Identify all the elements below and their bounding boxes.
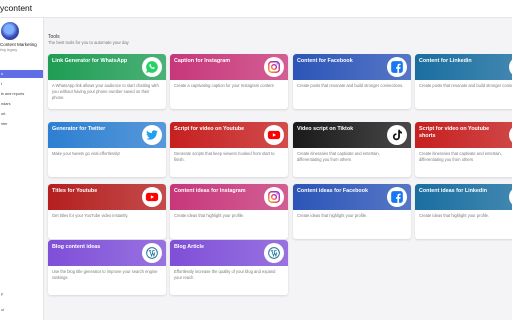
card-title: Link Generator for WhatsApp (52, 58, 128, 64)
card-title: Script for video on Youtube shorts (419, 126, 490, 139)
wordpress-icon (142, 243, 162, 263)
sidebar-item-chat[interactable]: t (0, 80, 43, 88)
card-header: Content for Linkedin (415, 54, 512, 80)
card-header: Link Generator for WhatsApp (48, 54, 166, 80)
card-title: Content ideas for Instagram (174, 188, 246, 194)
tool-card[interactable]: Content for Linkedin Create posts that re… (415, 54, 512, 109)
sidebar-item-calendars[interactable]: ndars (0, 100, 43, 108)
card-title: Content ideas for Facebook (297, 188, 368, 194)
card-header: Blog Article (170, 240, 288, 266)
card-header: Script for video on Youtube (170, 122, 288, 148)
tool-card[interactable]: Content ideas for Facebook Create ideas t… (293, 184, 411, 239)
card-header: Generator for Twitter (48, 122, 166, 148)
card-header: Content ideas for Facebook (293, 184, 411, 210)
card-description: Use the blog title generator to improve … (52, 269, 158, 280)
tool-card[interactable]: Blog Article Effortlessly increase the qu… (170, 240, 288, 295)
card-title: Blog content ideas (52, 244, 101, 250)
avatar[interactable] (1, 22, 19, 40)
youtube-icon (142, 187, 162, 207)
card-header: Content ideas for Linkedin (415, 184, 512, 210)
tool-card[interactable]: Video script on Tiktok Create itineraries… (293, 122, 411, 177)
instagram-icon (264, 57, 284, 77)
instagram-icon (264, 187, 284, 207)
card-title: Content for Facebook (297, 58, 353, 64)
tiktok-icon (387, 125, 407, 145)
card-header: Titles for Youtube (48, 184, 166, 210)
top-bar: ycontent (0, 0, 512, 18)
sidebar-item-help[interactable]: p (1, 292, 3, 296)
card-description: Create ideas that highlight your profile… (419, 213, 490, 218)
card-header: Blog content ideas (48, 240, 166, 266)
profile-name: Content Marketing (0, 42, 37, 47)
youtube-icon (264, 125, 284, 145)
brand-name: ycontent (0, 3, 33, 13)
tool-card[interactable]: Script for video on Youtube shorts Create… (415, 122, 512, 177)
wordpress-icon (264, 243, 284, 263)
card-title: Script for video on Youtube (174, 126, 245, 132)
tool-card[interactable]: Titles for Youtube Get titles for your Yo… (48, 184, 166, 239)
tool-card[interactable]: Content ideas for Instagram Create ideas … (170, 184, 288, 239)
card-header: Script for video on Youtube shorts (415, 122, 512, 148)
tool-card[interactable]: Link Generator for WhatsApp A WhatsApp li… (48, 54, 166, 109)
sidebar-item-logout[interactable]: ut (1, 308, 4, 312)
card-description: Effortlessly increase the quality of you… (174, 269, 276, 280)
tool-card[interactable]: Generator for Twitter Make your tweets go… (48, 122, 166, 177)
tool-card[interactable]: Content for Facebook Create posts that re… (293, 54, 411, 109)
card-title: Content ideas for Linkedin (419, 188, 487, 194)
whatsapp-icon (142, 57, 162, 77)
card-description: Create posts that resonate and build str… (297, 83, 404, 88)
card-description: Generate scripts that keep viewers hooke… (174, 151, 275, 162)
section-subtitle: The best tools for you to automate your … (48, 40, 129, 45)
tool-card[interactable]: Blog content ideas Use the blog title gen… (48, 240, 166, 295)
twitter-icon (142, 125, 162, 145)
card-description: Create posts that resonate and build str… (419, 83, 512, 88)
card-description: A WhatsApp link allows your audience to … (52, 83, 159, 100)
sidebar-item-support[interactable]: ort (0, 110, 43, 118)
card-header: Video script on Tiktok (293, 122, 411, 148)
card-title: Content for Linkedin (419, 58, 472, 64)
card-description: Create ideas that highlight your profile… (174, 213, 245, 218)
tool-card[interactable]: Caption for Instagram Create a captivatin… (170, 54, 288, 109)
tool-card[interactable]: Content ideas for Linkedin Create ideas t… (415, 184, 512, 239)
sidebar-item-tools[interactable]: s (0, 70, 43, 78)
card-header: Content for Facebook (293, 54, 411, 80)
card-description: Create itineraries that captivate and en… (419, 151, 502, 162)
profile-subtitle: ting legacy (0, 48, 18, 52)
facebook-icon (387, 57, 407, 77)
card-header: Caption for Instagram (170, 54, 288, 80)
card-header: Content ideas for Instagram (170, 184, 288, 210)
tool-card[interactable]: Script for video on Youtube Generate scri… (170, 122, 288, 177)
sidebar-item-center[interactable]: nter (0, 120, 43, 128)
card-title: Video script on Tiktok (297, 126, 354, 132)
card-description: Get titles for your YouTube video instan… (52, 213, 129, 218)
card-title: Titles for Youtube (52, 188, 98, 194)
card-description: Make your tweets go viral effortlessly! (52, 151, 121, 156)
card-description: Create ideas that highlight your profile… (297, 213, 368, 218)
facebook-icon (387, 187, 407, 207)
card-description: Create itineraries that captivate and en… (297, 151, 380, 162)
card-title: Generator for Twitter (52, 126, 106, 132)
card-description: Create a captivating caption for your In… (174, 83, 274, 88)
sidebar-item-reports[interactable]: ts and reports (0, 90, 43, 98)
card-title: Caption for Instagram (174, 58, 231, 64)
card-title: Blog Article (174, 244, 205, 250)
sidebar: Content Marketing ting legacy s t ts and… (0, 18, 44, 320)
